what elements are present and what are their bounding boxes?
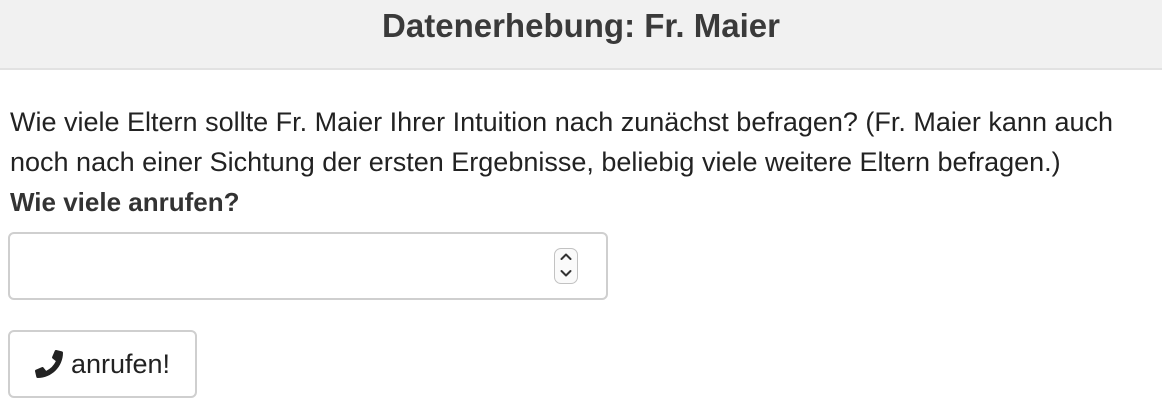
count-field-label: Wie viele anrufen? [10, 187, 240, 217]
count-input-field[interactable] [20, 244, 554, 290]
page-title: Datenerhebung: Fr. Maier [382, 7, 780, 44]
question-line-2: noch nach einer Sichtung der ersten Erge… [10, 147, 1061, 177]
page-header: Datenerhebung: Fr. Maier [0, 0, 1162, 70]
chevron-down-icon [560, 270, 572, 277]
number-spinner[interactable] [554, 248, 578, 284]
phone-icon [34, 350, 63, 378]
count-number-input[interactable] [8, 232, 608, 300]
question-line-1: Wie viele Eltern sollte Fr. Maier Ihrer … [10, 107, 1114, 137]
spin-up-button[interactable] [555, 249, 577, 266]
spin-down-button[interactable] [555, 266, 577, 283]
question-text: Wie viele Eltern sollte Fr. Maier Ihrer … [10, 102, 1160, 182]
chevron-up-icon [560, 253, 572, 260]
call-button-label: anrufen! [70, 348, 171, 379]
call-button[interactable]: anrufen! [8, 330, 197, 398]
